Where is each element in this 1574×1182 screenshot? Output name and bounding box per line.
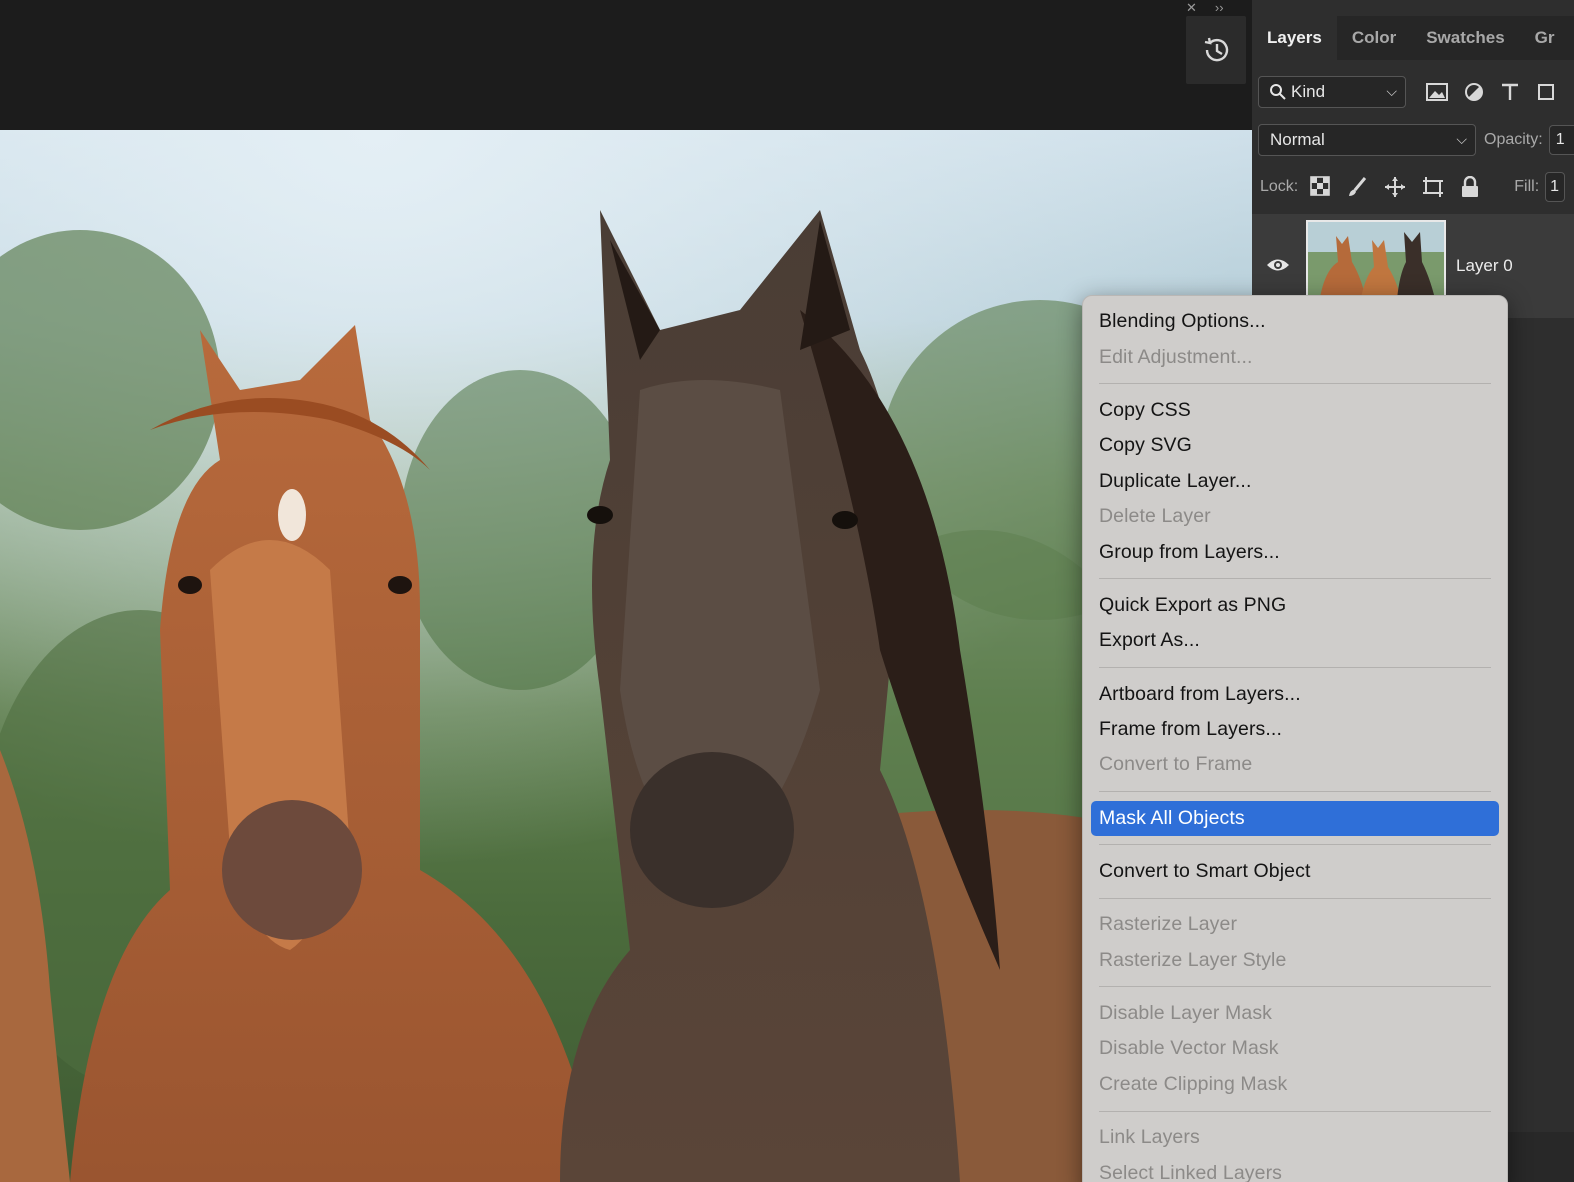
tab-layers[interactable]: Layers xyxy=(1252,16,1337,60)
menu-item-edit-adjustment[interactable]: Edit Adjustment... xyxy=(1083,339,1507,374)
menu-item-convert-to-smart-object[interactable]: Convert to Smart Object xyxy=(1083,854,1507,889)
menu-separator xyxy=(1083,659,1507,677)
filter-icons xyxy=(1426,82,1556,102)
layer-context-menu: Blending Options... Edit Adjustment... Cop… xyxy=(1082,295,1508,1182)
expand-panel-icon[interactable]: ›› xyxy=(1215,0,1224,15)
menu-item-disable-layer-mask[interactable]: Disable Layer Mask xyxy=(1083,996,1507,1031)
menu-item-export-as[interactable]: Export As... xyxy=(1083,623,1507,658)
menu-separator xyxy=(1083,978,1507,996)
photoshop-window: ✕ ›› Layers Color Swatches Gr Kind ⌵ Nor… xyxy=(0,0,1574,1182)
lock-image-pixels-icon[interactable] xyxy=(1346,176,1368,198)
lock-row: Lock: Fill: 1 xyxy=(1260,172,1566,202)
menu-separator xyxy=(1083,783,1507,801)
panel-controls: ✕ ›› xyxy=(1186,0,1224,15)
history-icon xyxy=(1204,37,1229,62)
menu-separator xyxy=(1083,570,1507,588)
menu-separator xyxy=(1083,889,1507,907)
shape-filter-icon[interactable] xyxy=(1536,82,1556,102)
blend-row: Normal ⌵ Opacity: 1 xyxy=(1258,124,1574,156)
image-filter-icon[interactable] xyxy=(1426,82,1448,102)
menu-item-copy-css[interactable]: Copy CSS xyxy=(1083,393,1507,428)
opacity-field[interactable]: 1 xyxy=(1548,125,1574,155)
panel-tabs: Layers Color Swatches Gr xyxy=(1252,16,1574,60)
menu-item-frame-from-layers[interactable]: Frame from Layers... xyxy=(1083,712,1507,747)
lock-artboard-icon[interactable] xyxy=(1422,176,1444,198)
menu-separator xyxy=(1083,1102,1507,1120)
type-filter-icon[interactable] xyxy=(1500,82,1520,102)
fill-field[interactable]: 1 xyxy=(1545,172,1566,202)
menu-item-blending-options[interactable]: Blending Options... xyxy=(1083,304,1507,339)
adjustment-filter-icon[interactable] xyxy=(1464,82,1484,102)
lock-label: Lock: xyxy=(1260,178,1299,195)
menu-item-quick-export-as-png[interactable]: Quick Export as PNG xyxy=(1083,588,1507,623)
menu-item-select-linked-layers[interactable]: Select Linked Layers xyxy=(1083,1155,1507,1182)
fill-label: Fill: xyxy=(1514,178,1540,195)
history-button[interactable] xyxy=(1186,16,1246,84)
menu-item-delete-layer[interactable]: Delete Layer xyxy=(1083,499,1507,534)
tab-swatches[interactable]: Swatches xyxy=(1411,16,1519,60)
visibility-eye-icon[interactable] xyxy=(1266,256,1290,274)
tab-color[interactable]: Color xyxy=(1337,16,1411,60)
filter-row: Kind ⌵ xyxy=(1258,76,1556,108)
menu-item-copy-svg[interactable]: Copy SVG xyxy=(1083,428,1507,463)
chevron-down-icon: ⌵ xyxy=(1456,131,1467,147)
lock-position-icon[interactable] xyxy=(1384,176,1406,198)
chevron-down-icon: ⌵ xyxy=(1386,83,1397,99)
menu-item-convert-to-frame[interactable]: Convert to Frame xyxy=(1083,747,1507,782)
filter-kind-label: Kind xyxy=(1291,82,1326,101)
menu-item-rasterize-layer[interactable]: Rasterize Layer xyxy=(1083,907,1507,942)
lock-all-icon[interactable] xyxy=(1460,176,1480,198)
opacity-label: Opacity: xyxy=(1484,131,1543,148)
menu-item-group-from-layers[interactable]: Group from Layers... xyxy=(1083,534,1507,569)
menu-separator xyxy=(1083,375,1507,393)
blend-mode-value: Normal xyxy=(1270,130,1325,149)
layer-name[interactable]: Layer 0 xyxy=(1456,256,1513,276)
menu-separator xyxy=(1083,836,1507,854)
close-panel-icon[interactable]: ✕ xyxy=(1186,0,1197,15)
lock-icons xyxy=(1310,176,1480,198)
canvas-photo xyxy=(0,130,1252,1182)
menu-item-mask-all-objects[interactable]: Mask All Objects xyxy=(1091,800,1499,836)
menu-item-duplicate-layer[interactable]: Duplicate Layer... xyxy=(1083,464,1507,499)
menu-item-create-clipping-mask[interactable]: Create Clipping Mask xyxy=(1083,1067,1507,1102)
document-canvas[interactable] xyxy=(0,130,1252,1182)
filter-kind-select[interactable]: Kind ⌵ xyxy=(1258,76,1406,108)
search-icon xyxy=(1270,84,1286,100)
menu-item-link-layers[interactable]: Link Layers xyxy=(1083,1120,1507,1155)
blend-mode-select[interactable]: Normal ⌵ xyxy=(1258,124,1476,156)
lock-transparent-pixels-icon[interactable] xyxy=(1310,176,1331,196)
tab-gradients[interactable]: Gr xyxy=(1520,16,1570,60)
menu-item-artboard-from-layers[interactable]: Artboard from Layers... xyxy=(1083,677,1507,712)
menu-item-disable-vector-mask[interactable]: Disable Vector Mask xyxy=(1083,1031,1507,1066)
menu-item-rasterize-layer-style[interactable]: Rasterize Layer Style xyxy=(1083,942,1507,977)
